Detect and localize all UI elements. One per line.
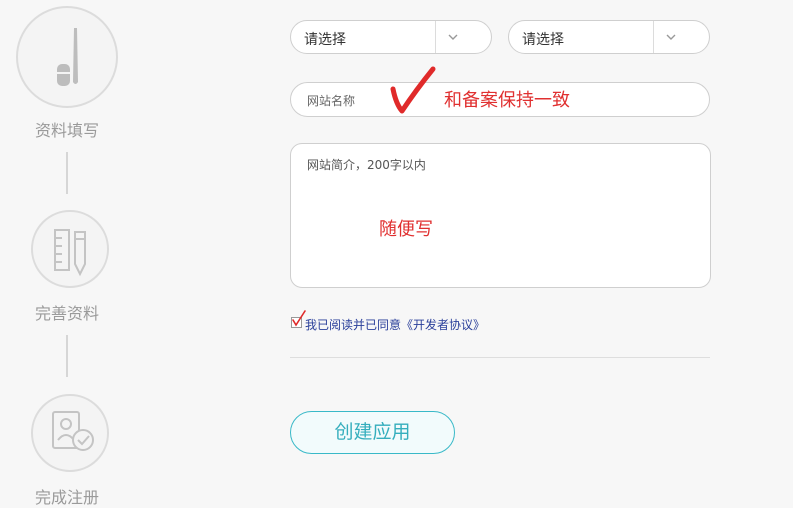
step-3-circle [31, 394, 109, 472]
site-name-placeholder: 网站名称 [307, 94, 356, 108]
site-intro-annotation: 随便写 [379, 219, 433, 240]
create-app-button[interactable]: 创建应用 [290, 411, 455, 454]
site-intro-placeholder: 网站简介，200字以内 [307, 158, 426, 172]
category-select-1[interactable]: 请选择 [290, 20, 492, 54]
step-connector [66, 335, 68, 377]
category-select-2[interactable]: 请选择 [508, 20, 710, 54]
chevron-down-icon[interactable] [664, 30, 678, 44]
form-divider [290, 357, 710, 358]
steps-sidebar: 资料填写 完善资料 完成注册 [0, 0, 134, 507]
ruler-pencil-icon [54, 229, 86, 277]
certificate-check-icon [52, 411, 94, 451]
select-value: 请选择 [522, 32, 564, 48]
step-2-circle [31, 210, 109, 288]
agreement-link[interactable]: 我已阅读并已同意《开发者协议》 [305, 316, 485, 333]
select-value: 请选择 [304, 32, 346, 48]
select-divider [435, 21, 436, 53]
step-1-circle [16, 6, 118, 108]
site-intro-textarea[interactable]: 网站简介，200字以内 [290, 143, 711, 288]
step-connector [66, 152, 68, 194]
select-divider [653, 21, 654, 53]
site-name-annotation: 和备案保持一致 [444, 90, 570, 111]
red-check-mark [390, 66, 436, 114]
step-3-label: 完成注册 [34, 488, 99, 507]
step-1-label: 资料填写 [34, 121, 99, 140]
chevron-down-icon[interactable] [446, 30, 460, 44]
step-2-label: 完善资料 [34, 304, 99, 323]
pen-icon [57, 28, 78, 86]
